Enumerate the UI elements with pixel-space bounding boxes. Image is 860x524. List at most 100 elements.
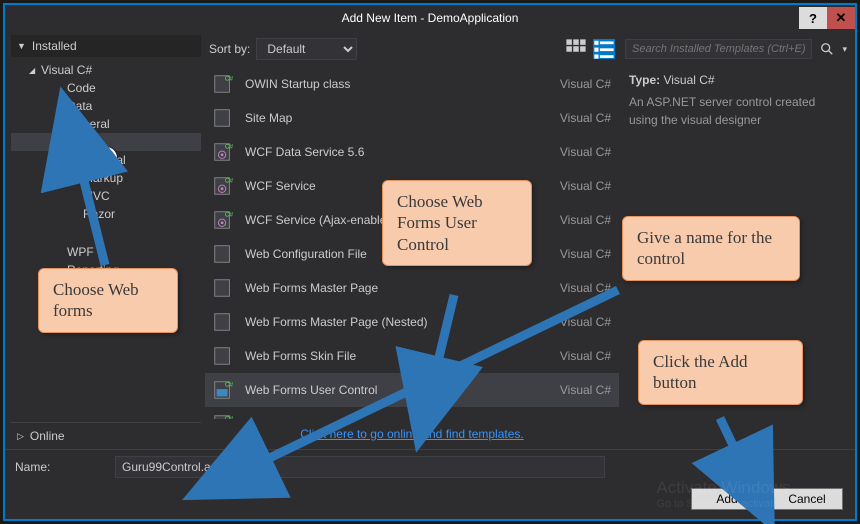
tree-item-label: MVC bbox=[83, 189, 110, 203]
right-panel: ▾ Type: Visual C# An ASP.NET server cont… bbox=[623, 35, 849, 449]
installed-header[interactable]: ▼ Installed bbox=[11, 35, 201, 57]
tree-item-label: Visual C# bbox=[41, 63, 92, 77]
template-label: WCF Service bbox=[245, 179, 552, 193]
template-row[interactable]: Web Forms Master Page (Nested) Visual C# bbox=[205, 305, 619, 339]
file-icon bbox=[209, 343, 237, 369]
tree-item-label: General bbox=[83, 153, 126, 167]
search-input[interactable] bbox=[625, 39, 812, 59]
uc-icon: C# bbox=[209, 377, 237, 403]
template-row[interactable]: Web Configuration File Visual C# bbox=[205, 237, 619, 271]
tree-item-label: Reporting bbox=[67, 263, 119, 277]
chevron-down-icon: ▼ bbox=[17, 41, 26, 51]
wcf-icon: C# bbox=[209, 411, 237, 419]
template-lang: Visual C# bbox=[560, 213, 611, 227]
wcf-icon: C# bbox=[209, 207, 237, 233]
svg-text:C#: C# bbox=[225, 415, 234, 419]
tree-item-label: Razor bbox=[83, 207, 115, 221]
tree-item-razor[interactable]: Razor bbox=[11, 205, 201, 223]
sortby-select[interactable]: Default bbox=[256, 38, 357, 60]
template-lang: Visual C# bbox=[560, 315, 611, 329]
map-icon bbox=[209, 105, 237, 131]
tree-item-general[interactable]: General bbox=[11, 115, 201, 133]
tree-item-label: SQL Server bbox=[67, 299, 129, 313]
tree-item-silverlight[interactable]: Silverlight bbox=[11, 279, 201, 297]
tree-item-label: Data bbox=[67, 99, 92, 113]
dropdown-icon[interactable]: ▾ bbox=[842, 44, 847, 55]
search-icon[interactable] bbox=[816, 38, 838, 60]
online-header[interactable]: ▷ Online bbox=[11, 422, 201, 449]
template-list: C# OWIN Startup class Visual C# Site Map Vis… bbox=[205, 63, 619, 419]
name-row: Name: bbox=[15, 456, 845, 478]
wcf-icon: C# bbox=[209, 139, 237, 165]
online-label: Online bbox=[30, 429, 65, 443]
view-list-icon[interactable] bbox=[593, 39, 615, 59]
type-description: An ASP.NET server control created using … bbox=[629, 93, 843, 129]
template-row[interactable]: C# Web Forms User Control Visual C# bbox=[205, 373, 619, 407]
master-icon bbox=[209, 309, 237, 335]
online-templates-link-row: Click here to go online and find templat… bbox=[205, 419, 619, 449]
tree-item-label: Web bbox=[67, 135, 91, 149]
title-bar: Add New Item - DemoApplication ? ✕ bbox=[5, 5, 855, 31]
svg-text:C#: C# bbox=[225, 177, 234, 184]
template-row[interactable]: Web Forms Skin FileVisual C# bbox=[205, 339, 619, 373]
chevron-right-icon: ▷ bbox=[17, 431, 24, 442]
add-button[interactable]: Add bbox=[691, 488, 763, 510]
dialog-body: ▼ Installed ◢Visual C#CodeDataGeneral◢We… bbox=[5, 31, 855, 449]
view-small-icon[interactable] bbox=[565, 39, 587, 59]
tree-item-markup[interactable]: Markup bbox=[11, 169, 201, 187]
template-lang: Visual C# bbox=[560, 145, 611, 159]
tree-item-label: General bbox=[67, 117, 110, 131]
tree-item-mvc[interactable]: MVC bbox=[11, 187, 201, 205]
caret-icon: ◢ bbox=[29, 66, 41, 75]
cancel-button[interactable]: Cancel bbox=[771, 488, 843, 510]
template-lang: Visual C# bbox=[560, 383, 611, 397]
wcf-icon: C# bbox=[209, 173, 237, 199]
tree-item-visual-c-[interactable]: ◢Visual C# bbox=[11, 61, 201, 79]
search-row: ▾ bbox=[623, 35, 849, 63]
svg-text:C#: C# bbox=[225, 75, 234, 82]
template-row[interactable]: C#WCF ServiceVisual C# bbox=[205, 169, 619, 203]
tree-item-web[interactable]: ◢Web bbox=[11, 133, 201, 151]
tree-item-sql-server[interactable]: SQL Server bbox=[11, 297, 201, 315]
type-value: Visual C# bbox=[663, 73, 714, 87]
file-icon bbox=[209, 241, 237, 267]
tree-item-code[interactable]: Code bbox=[11, 79, 201, 97]
template-row[interactable]: C#WCF Service (Ajax-enabled)Visual C# bbox=[205, 203, 619, 237]
tree-item-general[interactable]: General bbox=[11, 151, 201, 169]
template-label: Web Configuration File bbox=[245, 247, 552, 261]
online-templates-link[interactable]: Click here to go online and find templat… bbox=[300, 427, 523, 441]
template-label: Web Forms Skin File bbox=[245, 349, 552, 363]
tree-item-label: Markup bbox=[83, 171, 123, 185]
help-button[interactable]: ? bbox=[799, 7, 827, 29]
bottom-row: Name: Add Cancel bbox=[5, 449, 855, 519]
template-lang: Visual C# bbox=[560, 77, 611, 91]
tree-item-wpf[interactable]: WPF bbox=[11, 243, 201, 261]
master-icon bbox=[209, 275, 237, 301]
svg-text:C#: C# bbox=[225, 143, 234, 150]
tree-item-data[interactable]: Data bbox=[11, 97, 201, 115]
template-row[interactable]: C# OWIN Startup class Visual C# bbox=[205, 67, 619, 101]
template-row[interactable]: C#Web Service (ASMX)Visual C# bbox=[205, 407, 619, 419]
template-label: Site Map bbox=[245, 111, 552, 125]
caret-icon: ◢ bbox=[55, 138, 67, 147]
tree-item-reporting[interactable]: Reporting bbox=[11, 261, 201, 279]
svg-text:C#: C# bbox=[225, 211, 234, 218]
template-label: OWIN Startup class bbox=[245, 77, 552, 91]
template-label: Web Forms Master Page bbox=[245, 281, 552, 295]
template-row[interactable]: C# WCF Data Service 5.6 Visual C# bbox=[205, 135, 619, 169]
template-lang: Visual C# bbox=[560, 247, 611, 261]
category-tree: ◢Visual C#CodeDataGeneral◢WebGeneralMark… bbox=[11, 57, 201, 422]
template-lang: Visual C# bbox=[560, 281, 611, 295]
template-label: Web Forms User Control bbox=[245, 383, 552, 397]
close-button[interactable]: ✕ bbox=[827, 7, 855, 29]
name-input[interactable] bbox=[115, 456, 605, 478]
info-panel: Type: Visual C# An ASP.NET server contro… bbox=[623, 63, 849, 137]
template-lang: Visual C# bbox=[560, 111, 611, 125]
template-label: Web Forms Master Page (Nested) bbox=[245, 315, 552, 329]
tree-item-label: WPF bbox=[67, 245, 94, 259]
cs-icon: C# bbox=[209, 71, 237, 97]
template-row[interactable]: Web Forms Master Page Visual C# bbox=[205, 271, 619, 305]
template-row[interactable]: Site Map Visual C# bbox=[205, 101, 619, 135]
template-label: WCF Data Service 5.6 bbox=[245, 145, 552, 159]
svg-text:C#: C# bbox=[225, 381, 234, 388]
